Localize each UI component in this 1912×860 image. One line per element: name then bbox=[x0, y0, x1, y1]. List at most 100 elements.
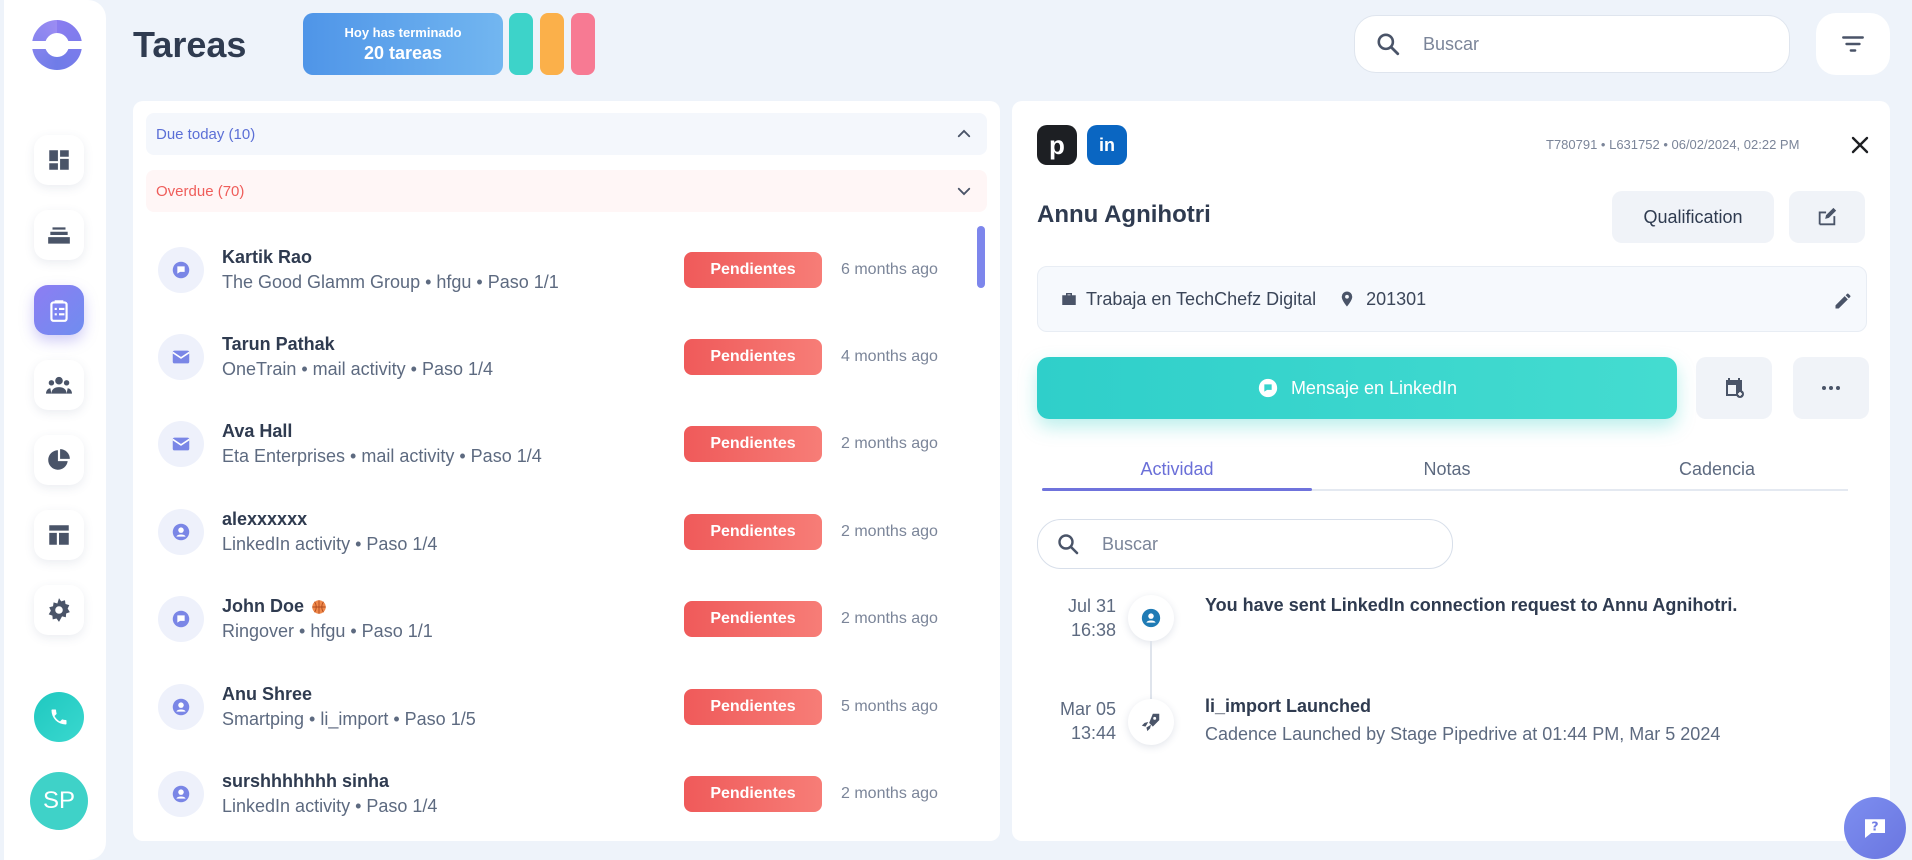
header-search[interactable]: Buscar bbox=[1354, 15, 1790, 73]
timeline-date: Mar 05 13:44 bbox=[1026, 697, 1116, 745]
status-badge: Pendientes bbox=[684, 339, 822, 375]
activity-search-input[interactable]: Buscar bbox=[1102, 534, 1158, 555]
clipboard-tasks-icon bbox=[50, 300, 68, 322]
schedule-button[interactable] bbox=[1696, 357, 1772, 419]
contact-name: Annu Agnihotri bbox=[1037, 201, 1211, 228]
sidebar-item-inbox[interactable] bbox=[34, 210, 84, 260]
linkedin-icon[interactable]: in bbox=[1087, 125, 1127, 165]
task-contact-name: Ava Hall bbox=[222, 421, 293, 441]
sidebar-item-tasks[interactable] bbox=[34, 285, 84, 335]
phone-icon bbox=[51, 709, 67, 725]
filter-icon bbox=[1842, 36, 1864, 52]
tab-cadencia[interactable]: Cadencia bbox=[1582, 459, 1852, 480]
task-details: The Good Glamm Group • hfgu • Paso 1/1 bbox=[222, 272, 559, 292]
person-icon bbox=[172, 785, 190, 803]
message-icon bbox=[172, 261, 190, 279]
pipedrive-icon[interactable]: p bbox=[1037, 125, 1077, 165]
task-detail-panel: p in T780791 • L631752 • 06/02/2024, 02:… bbox=[1012, 101, 1890, 841]
list-scrollbar[interactable] bbox=[977, 226, 985, 288]
task-row[interactable]: Kartik Rao The Good Glamm Group • hfgu •… bbox=[158, 235, 978, 305]
timeline-time: 13:44 bbox=[1070, 723, 1116, 743]
edit-contact-button[interactable] bbox=[1789, 191, 1865, 243]
task-time: 5 months ago bbox=[841, 698, 938, 715]
task-row[interactable]: surshhhhhhh sinha LinkedIn activity • Pa… bbox=[158, 759, 978, 829]
location-pin-icon bbox=[1341, 291, 1353, 307]
mail-icon bbox=[172, 350, 190, 364]
status-badge: Pendientes bbox=[684, 426, 822, 462]
task-type-icon bbox=[158, 684, 204, 730]
briefcase-icon bbox=[1062, 293, 1076, 305]
filter-button[interactable] bbox=[1816, 13, 1890, 75]
app-logo[interactable] bbox=[32, 20, 82, 70]
timeline-day: Mar 05 bbox=[1059, 699, 1116, 719]
task-time: 2 months ago bbox=[841, 435, 938, 452]
active-tab-indicator bbox=[1042, 488, 1312, 491]
sidebar-item-contacts[interactable] bbox=[34, 360, 84, 410]
call-button[interactable] bbox=[34, 692, 84, 742]
due-today-label: Due today (10) bbox=[156, 125, 256, 143]
timeline-title: li_import Launched bbox=[1205, 696, 1372, 716]
task-time: 2 months ago bbox=[841, 610, 938, 627]
timeline-title: You have sent LinkedIn connection reques… bbox=[1205, 595, 1738, 615]
person-icon bbox=[172, 523, 190, 541]
sidebar-item-reports[interactable] bbox=[34, 435, 84, 485]
task-row[interactable]: Tarun Pathak OneTrain • mail activity • … bbox=[158, 322, 978, 392]
task-row[interactable]: Ava Hall Eta Enterprises • mail activity… bbox=[158, 409, 978, 479]
help-chat-button[interactable]: ? bbox=[1844, 797, 1906, 859]
sidebar-item-templates[interactable] bbox=[34, 510, 84, 560]
task-time: 2 months ago bbox=[841, 523, 938, 540]
timeline-date: Jul 31 16:38 bbox=[1026, 594, 1116, 642]
activity-search[interactable]: Buscar bbox=[1037, 519, 1453, 569]
status-badge: Pendientes bbox=[684, 601, 822, 637]
overdue-section[interactable]: Overdue (70) bbox=[146, 170, 987, 212]
person-icon bbox=[172, 698, 190, 716]
task-details: LinkedIn activity • Paso 1/4 bbox=[222, 796, 438, 816]
timeline-time: 16:38 bbox=[1070, 620, 1116, 640]
search-icon bbox=[1058, 534, 1079, 555]
task-type-icon bbox=[158, 421, 204, 467]
dashboard-icon bbox=[49, 150, 69, 170]
task-row[interactable]: Anu Shree Smartping • li_import • Paso 1… bbox=[158, 672, 978, 742]
task-meta: T780791 • L631752 • 06/02/2024, 02:22 PM bbox=[1546, 137, 1800, 152]
more-dots-icon bbox=[1822, 386, 1840, 390]
task-time: 6 months ago bbox=[841, 261, 938, 278]
task-row[interactable]: John Doe Ringover • hfgu • Paso 1/1 Pend… bbox=[158, 584, 978, 654]
stat-pill-teal[interactable] bbox=[509, 13, 533, 75]
works-at-text: Trabaja en TechChefz Digital bbox=[1086, 288, 1317, 309]
layout-icon bbox=[49, 525, 69, 545]
task-type-icon bbox=[158, 596, 204, 642]
timeline-day: Jul 31 bbox=[1067, 596, 1116, 616]
stat-pill-pink[interactable] bbox=[571, 13, 595, 75]
search-icon bbox=[1377, 33, 1400, 56]
status-badge: Pendientes bbox=[684, 776, 822, 812]
status-badge: Pendientes bbox=[684, 514, 822, 550]
task-type-icon bbox=[158, 334, 204, 380]
stat-pill-orange[interactable] bbox=[540, 13, 564, 75]
pie-chart-icon bbox=[48, 449, 70, 470]
task-contact-name: Anu Shree bbox=[222, 684, 313, 704]
avatar[interactable]: SP bbox=[30, 772, 88, 830]
qualification-button[interactable]: Qualification bbox=[1612, 191, 1774, 243]
person-icon bbox=[1141, 608, 1161, 628]
linkedin-message-button[interactable]: Mensaje en LinkedIn bbox=[1037, 357, 1677, 419]
task-row[interactable]: alexxxxxx LinkedIn activity • Paso 1/4 P… bbox=[158, 497, 978, 567]
sidebar-item-settings[interactable] bbox=[34, 585, 84, 635]
status-badge: Pendientes bbox=[684, 252, 822, 288]
avatar-initials: SP bbox=[42, 787, 75, 814]
page-title: Tareas bbox=[133, 24, 247, 65]
task-contact-name: Kartik Rao bbox=[222, 247, 313, 267]
basketball-icon bbox=[312, 599, 326, 614]
rocket-icon bbox=[1141, 713, 1160, 732]
task-time: 4 months ago bbox=[841, 348, 938, 365]
task-type-icon bbox=[158, 247, 204, 293]
search-input[interactable]: Buscar bbox=[1423, 34, 1479, 55]
pencil-icon[interactable] bbox=[1833, 291, 1853, 311]
task-type-icon bbox=[158, 509, 204, 555]
tab-actividad[interactable]: Actividad bbox=[1042, 459, 1312, 480]
due-today-section[interactable]: Due today (10) bbox=[146, 113, 987, 155]
tab-notas[interactable]: Notas bbox=[1312, 459, 1582, 480]
sidebar-item-dashboard[interactable] bbox=[34, 135, 84, 185]
more-options-button[interactable] bbox=[1793, 357, 1869, 419]
linkedin-message-label: Mensaje en LinkedIn bbox=[1290, 377, 1458, 398]
close-icon[interactable] bbox=[1848, 133, 1872, 157]
